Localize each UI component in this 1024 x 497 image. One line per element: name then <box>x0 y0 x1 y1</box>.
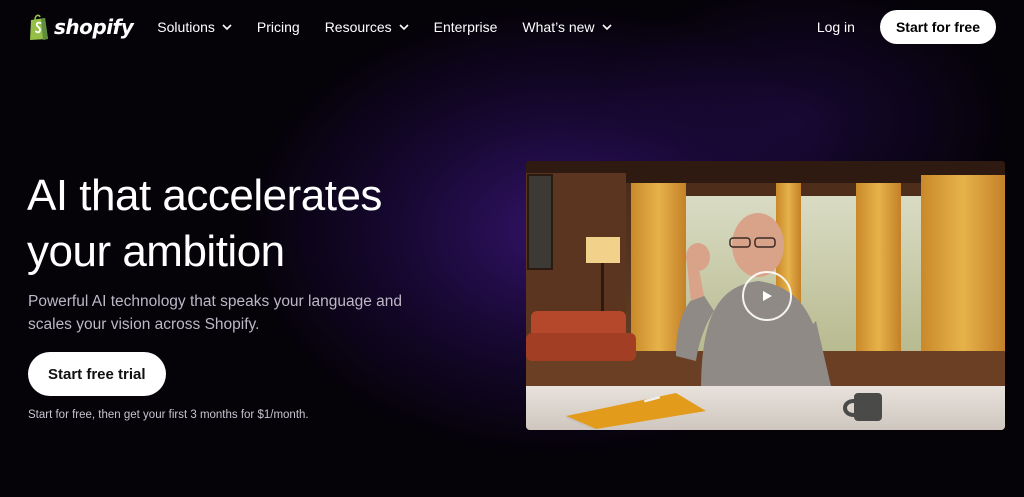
nav-item-solutions[interactable]: Solutions <box>157 19 232 35</box>
login-link[interactable]: Log in <box>817 19 855 35</box>
nav-item-label: Enterprise <box>433 19 498 35</box>
hero-title-line-1: AI that accelerates <box>27 171 382 220</box>
play-icon <box>763 291 772 301</box>
nav-item-label: What’s new <box>522 19 595 35</box>
nav-item-enterprise[interactable]: Enterprise <box>434 19 498 35</box>
start-free-trial-button[interactable]: Start free trial <box>28 352 166 396</box>
shopify-logo[interactable]: shopify <box>28 13 134 41</box>
nav-item-resources[interactable]: Resources <box>325 19 409 35</box>
nav-item-label: Resources <box>324 19 392 35</box>
hero-title-line-2: your ambition <box>27 227 285 276</box>
hero-video[interactable] <box>526 161 1005 430</box>
start-for-free-button[interactable]: Start for free <box>879 10 996 44</box>
top-navigation: shopify Solutions Pricing Resources Ente… <box>0 0 1024 54</box>
nav-item-pricing[interactable]: Pricing <box>257 19 300 35</box>
play-button[interactable] <box>742 271 792 321</box>
nav-item-label: Solutions <box>157 19 215 35</box>
hero-title: AI that accelerates your ambition <box>27 168 447 280</box>
chevron-down-icon <box>222 24 232 30</box>
pricing-note: Start for free, then get your first 3 mo… <box>28 409 309 421</box>
shopify-bag-icon <box>30 14 48 40</box>
nav-item-label: Pricing <box>256 19 300 35</box>
chevron-down-icon <box>399 24 409 30</box>
chevron-down-icon <box>601 24 612 30</box>
logo-wordmark: shopify <box>54 15 134 39</box>
nav-item-whats-new[interactable]: What’s new <box>522 19 612 35</box>
nav-actions: Log in Start for free <box>817 10 996 44</box>
nav-links: Solutions Pricing Resources Enterprise W… <box>157 19 612 35</box>
hero-subtitle: Powerful AI technology that speaks your … <box>28 293 402 333</box>
